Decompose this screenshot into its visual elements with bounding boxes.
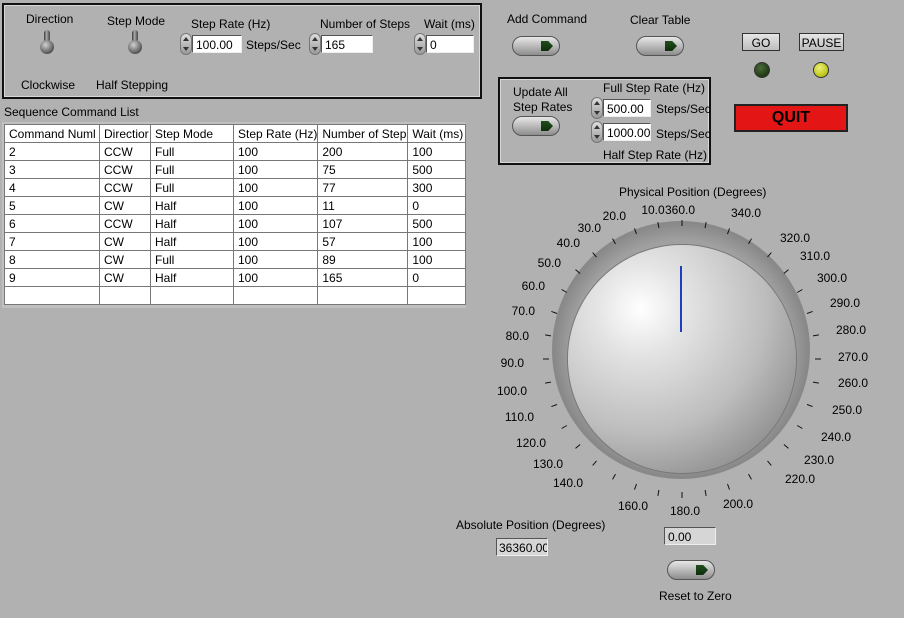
- knob-tick: [812, 381, 819, 384]
- knob-scale-label: 90.0: [501, 356, 525, 370]
- knob-tick: [657, 222, 660, 229]
- button-led-icon: [696, 565, 708, 575]
- knob-tick: [727, 228, 731, 235]
- knob-tick: [704, 222, 707, 229]
- knob-scale-label: 100.0: [497, 384, 527, 398]
- knob-scale-label: 120.0: [516, 436, 546, 450]
- reset-to-zero-button[interactable]: [667, 560, 715, 580]
- knob-scale-label: 310.0: [800, 249, 830, 263]
- knob-scale-label: 230.0: [804, 453, 834, 467]
- knob-scale-label: 240.0: [821, 430, 851, 444]
- knob-scale-label: 10.0: [641, 203, 665, 217]
- knob-scale-label: 300.0: [817, 271, 847, 285]
- knob-tick: [767, 252, 772, 258]
- knob-scale-label: 70.0: [512, 304, 536, 318]
- knob-tick: [796, 425, 803, 429]
- knob-scale-label: 180.0: [670, 504, 700, 518]
- knob-tick: [704, 489, 707, 496]
- knob-tick: [806, 310, 813, 314]
- reset-to-zero-label: Reset to Zero: [659, 589, 732, 603]
- knob-scale-label: 260.0: [838, 376, 868, 390]
- knob-scale-label: 130.0: [533, 457, 563, 471]
- knob-scale-label: 140.0: [553, 476, 583, 490]
- knob-tick: [727, 483, 731, 490]
- knob-tick: [575, 444, 581, 449]
- knob-tick: [783, 444, 789, 449]
- knob-tick: [561, 425, 568, 429]
- knob-scale-label: 200.0: [723, 497, 753, 511]
- knob-scale-label: 250.0: [832, 403, 862, 417]
- knob-scale: 360.0 340.0 320.0 310.0 300.0 290.0 280.0 270.0…: [497, 203, 868, 518]
- knob-tick: [783, 269, 789, 274]
- knob-tick: [545, 334, 552, 337]
- knob-scale-label: 270.0: [838, 350, 868, 364]
- knob-tick: [806, 404, 813, 408]
- knob-tick: [561, 289, 568, 293]
- knob-tick: [657, 489, 660, 496]
- knob-tick: [796, 289, 803, 293]
- knob-tick: [633, 228, 637, 235]
- knob-tick: [633, 483, 637, 490]
- knob-scale-label: 20.0: [603, 209, 627, 223]
- knob-scale-label: 30.0: [578, 221, 602, 235]
- knob-scale-label: 360.0: [665, 203, 695, 217]
- knob-scale-label: 320.0: [780, 231, 810, 245]
- knob-scale-label: 340.0: [731, 206, 761, 220]
- knob-tick: [592, 252, 597, 258]
- knob-tick: [575, 269, 581, 274]
- knob-scale-label: 220.0: [785, 472, 815, 486]
- knob-scale-label: 50.0: [538, 256, 562, 270]
- knob-tick: [592, 460, 597, 466]
- knob-scale-label: 60.0: [522, 279, 546, 293]
- knob-tick: [748, 238, 752, 245]
- position-readout-display: 0.00: [664, 527, 716, 545]
- knob-scale-label: 280.0: [836, 323, 866, 337]
- knob-scale-label: 80.0: [506, 329, 530, 343]
- knob-tick: [612, 473, 616, 480]
- knob-tick: [748, 473, 752, 480]
- knob-scale-label: 290.0: [830, 296, 860, 310]
- knob-tick: [812, 334, 819, 337]
- absolute-position-display: 36360.00: [496, 538, 548, 556]
- knob-tick: [545, 381, 552, 384]
- knob-tick: [612, 238, 616, 245]
- knob-tick: [767, 460, 772, 466]
- knob-scale-label: 110.0: [505, 410, 534, 424]
- knob-scale-label: 160.0: [618, 499, 648, 513]
- knob-tick: [551, 404, 558, 408]
- absolute-position-label: Absolute Position (Degrees): [456, 518, 606, 532]
- knob-tick: [551, 310, 558, 314]
- knob-scale-label: 40.0: [557, 236, 581, 250]
